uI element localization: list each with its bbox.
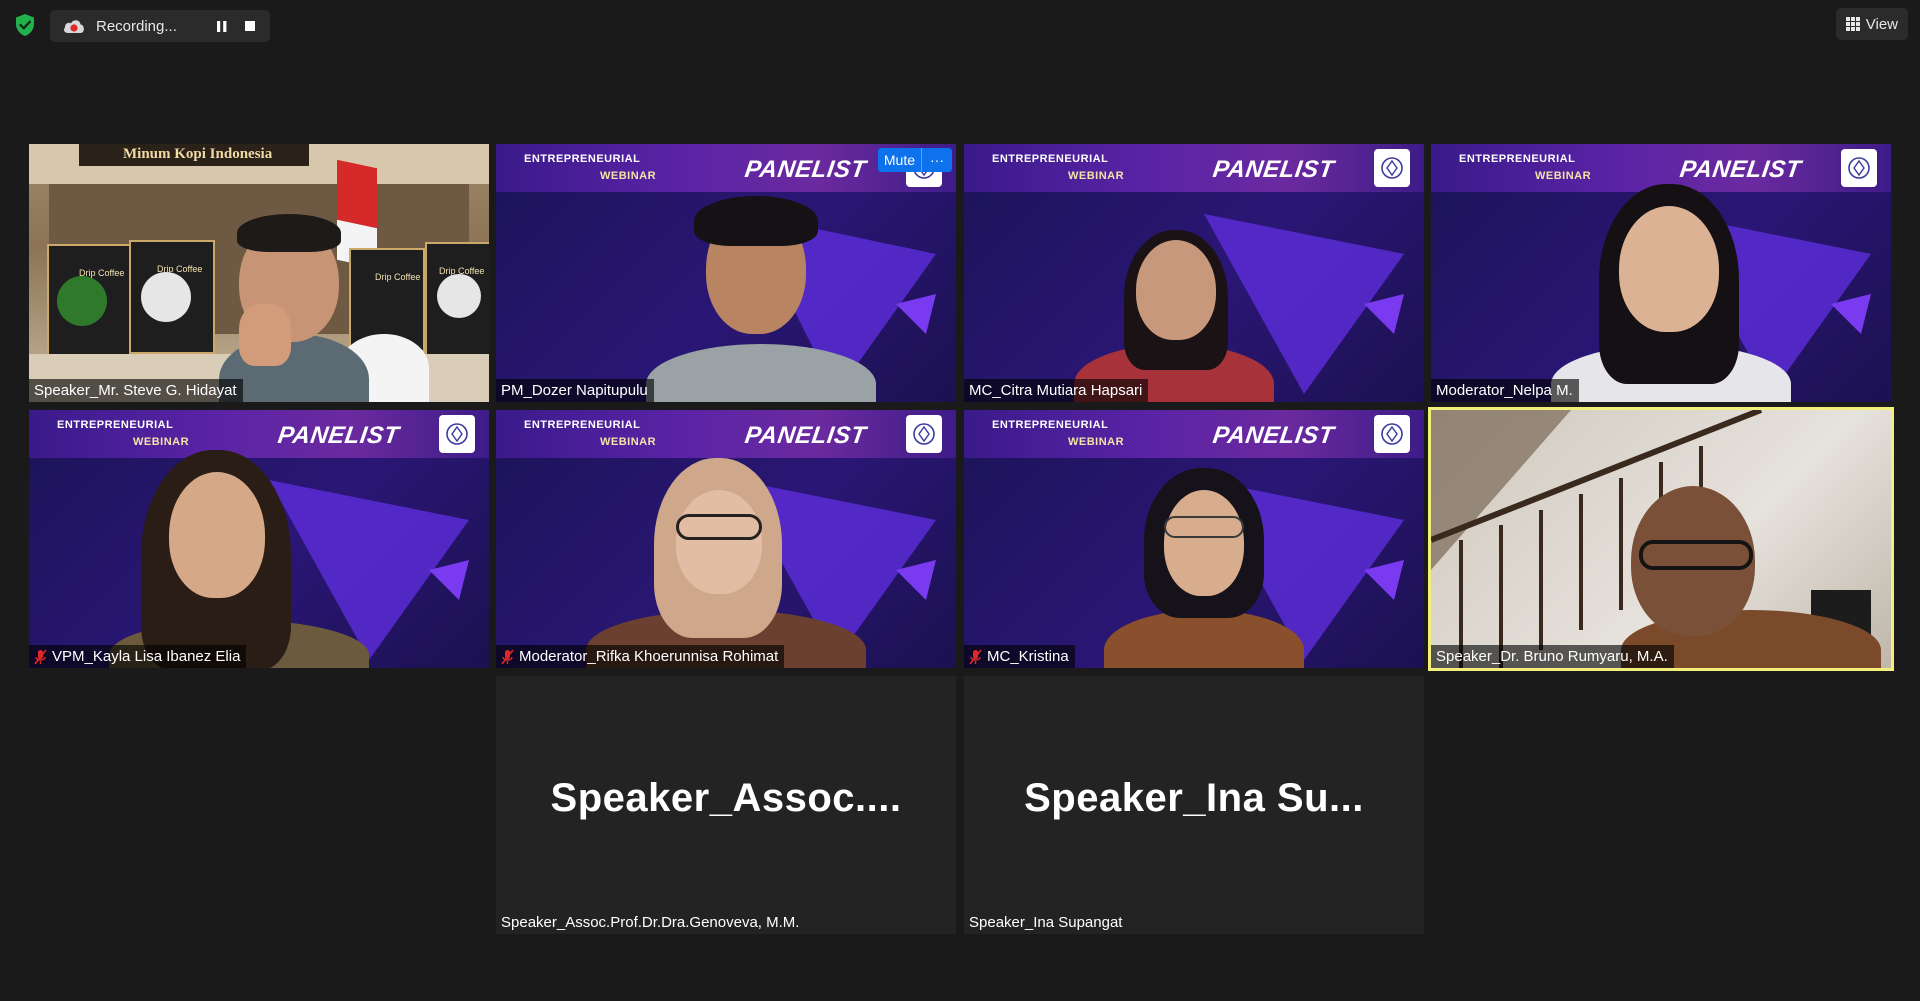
university-logo-icon [1374, 415, 1410, 453]
video-tile[interactable]: ENTREPRENEURIAL WEBINAR PANELIST MC_Kris… [964, 410, 1424, 668]
university-logo-icon [906, 415, 942, 453]
webinar-banner: ENTREPRENEURIAL WEBINAR PANELIST [29, 410, 489, 458]
webinar-banner: ENTREPRENEURIAL WEBINAR PANELIST [964, 144, 1424, 192]
participant-name-label: Speaker_Mr. Steve G. Hidayat [29, 379, 243, 402]
video-tile[interactable]: ENTREPRENEURIAL WEBINAR PANELIST VPM_Kay… [29, 410, 489, 668]
pause-recording-button[interactable] [208, 12, 236, 40]
video-tile[interactable]: Minum Kopi Indonesia Drip Coffee Drip Co… [29, 144, 489, 402]
avatar-tile[interactable]: Speaker_Assoc.... Speaker_Assoc.Prof.Dr.… [496, 676, 956, 934]
pause-icon [217, 20, 227, 32]
participant-name-label: MC_Citra Mutiara Hapsari [964, 379, 1149, 402]
webinar-banner: ENTREPRENEURIAL WEBINAR PANELIST [496, 410, 956, 458]
video-tile[interactable]: ENTREPRENEURIAL WEBINAR PANELIST Mute ··… [496, 144, 956, 402]
coffee-sign: Minum Kopi Indonesia [79, 144, 309, 166]
participant-name-label: Speaker_Ina Supangat [969, 914, 1123, 931]
microphone-muted-icon [34, 649, 47, 664]
video-tile[interactable]: ENTREPRENEURIAL WEBINAR PANELIST Moderat… [496, 410, 956, 668]
participant-name-label: Moderator_Rifka Khoerunnisa Rohimat [496, 645, 785, 668]
participant-name-label: Speaker_Assoc.Prof.Dr.Dra.Genoveva, M.M. [501, 914, 800, 931]
recording-status-text: Recording... [96, 17, 177, 35]
microphone-muted-icon [501, 649, 514, 664]
view-button[interactable]: View [1835, 8, 1908, 40]
webinar-banner: ENTREPRENEURIAL WEBINAR PANELIST [964, 410, 1424, 458]
tile-hover-controls: Mute ··· [877, 148, 952, 172]
stop-recording-button[interactable] [236, 12, 264, 40]
avatar-display-name: Speaker_Assoc.... [550, 776, 902, 820]
more-options-button[interactable]: ··· [921, 148, 952, 172]
avatar-tile[interactable]: Speaker_Ina Su... Speaker_Ina Supangat [964, 676, 1424, 934]
video-feed: ENTREPRENEURIAL WEBINAR PANELIST [496, 410, 956, 668]
avatar-display-name: Speaker_Ina Su... [1024, 776, 1364, 820]
video-feed: ENTREPRENEURIAL WEBINAR PANELIST [1431, 144, 1891, 402]
university-logo-icon [1841, 149, 1877, 187]
video-feed: Minum Kopi Indonesia Drip Coffee Drip Co… [29, 144, 489, 402]
video-feed [1431, 410, 1891, 668]
mute-participant-button[interactable]: Mute [877, 148, 921, 172]
security-shield-icon[interactable] [12, 12, 38, 38]
video-tile[interactable]: ENTREPRENEURIAL WEBINAR PANELIST Moderat… [1431, 144, 1891, 402]
view-button-label: View [1865, 15, 1898, 33]
video-feed: ENTREPRENEURIAL WEBINAR PANELIST [964, 144, 1424, 402]
participant-name-label: PM_Dozer Napitupulu [496, 379, 654, 402]
participant-name-label: Speaker_Dr. Bruno Rumyaru, M.A. [1431, 645, 1674, 668]
gallery-grid-icon [1845, 17, 1860, 31]
video-tile-active-speaker[interactable]: Speaker_Dr. Bruno Rumyaru, M.A. [1428, 407, 1894, 671]
participant-name-label: Moderator_Nelpa M. [1431, 379, 1579, 402]
microphone-muted-icon [969, 649, 982, 664]
university-logo-icon [1374, 149, 1410, 187]
video-feed: ENTREPRENEURIAL WEBINAR PANELIST [496, 144, 956, 402]
cloud-recording-icon [62, 17, 86, 35]
video-feed: ENTREPRENEURIAL WEBINAR PANELIST [29, 410, 489, 668]
participant-name-label: VPM_Kayla Lisa Ibanez Elia [29, 645, 247, 668]
recording-indicator: Recording... [50, 10, 270, 42]
video-tile[interactable]: ENTREPRENEURIAL WEBINAR PANELIST MC_Citr… [964, 144, 1424, 402]
university-logo-icon [439, 415, 475, 453]
stop-icon [245, 21, 255, 31]
video-feed: ENTREPRENEURIAL WEBINAR PANELIST [964, 410, 1424, 668]
participant-name-label: MC_Kristina [964, 645, 1075, 668]
